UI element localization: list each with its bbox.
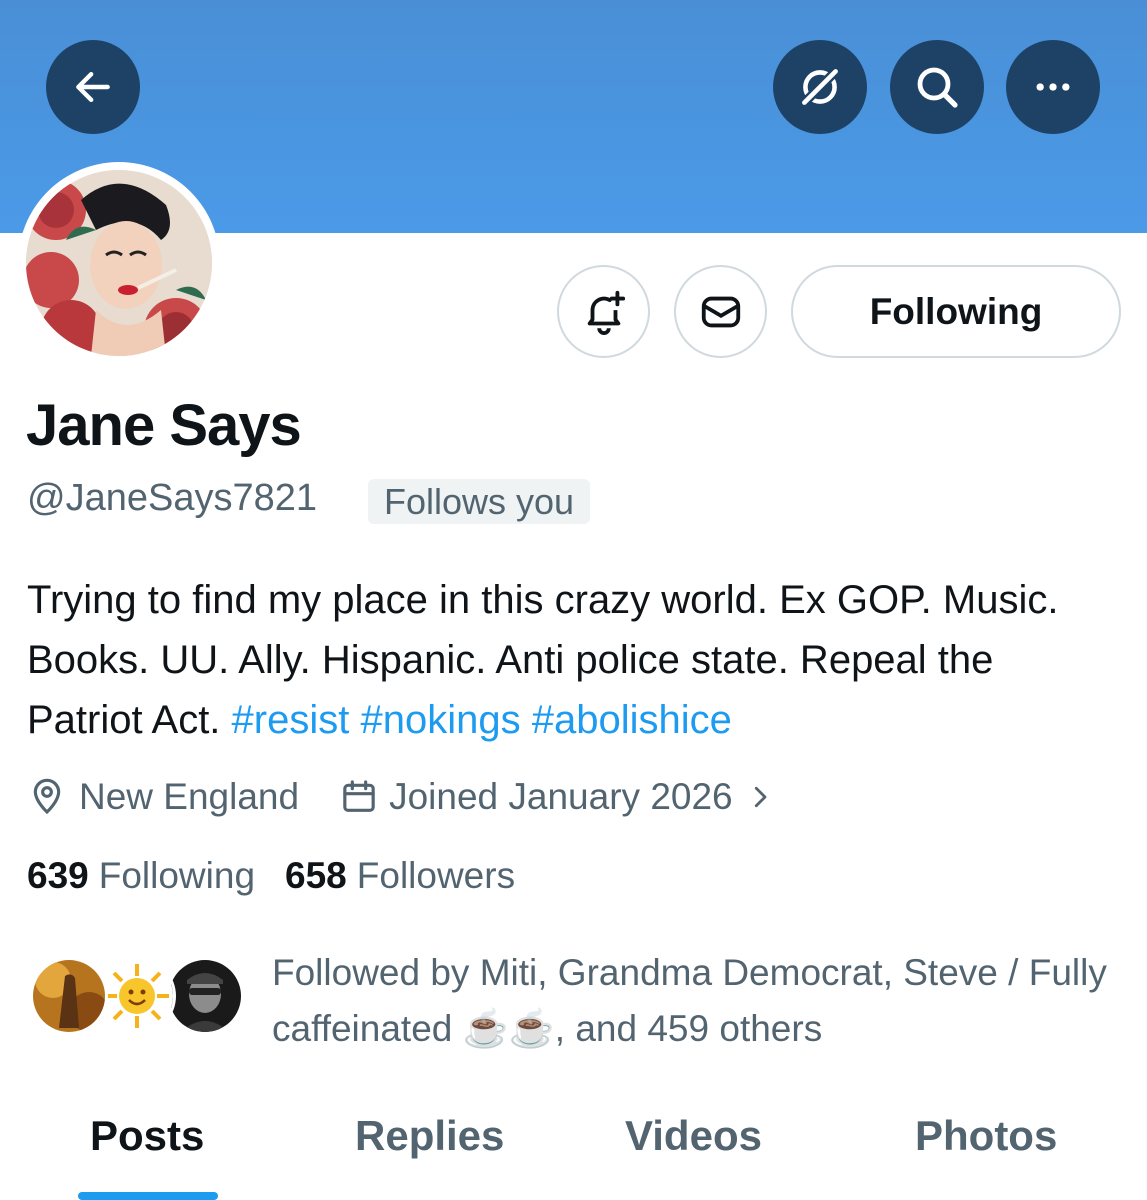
envelope-icon — [701, 296, 740, 327]
following-count-link[interactable]: 639 Following — [27, 855, 255, 897]
follower-avatar-image — [169, 960, 241, 1032]
followers-count: 658 — [285, 855, 347, 896]
location-text: New England — [79, 776, 300, 817]
more-horizontal-icon — [1036, 83, 1070, 91]
bell-plus-icon — [587, 290, 625, 335]
follower-avatar-image — [101, 960, 173, 1032]
profile-meta: New England Joined January 2026 — [27, 772, 775, 822]
follower-avatar[interactable] — [30, 957, 108, 1035]
display-name: Jane Says — [26, 393, 302, 458]
search-button[interactable] — [890, 40, 984, 134]
active-tab-indicator — [78, 1192, 218, 1200]
follower-avatar-image — [33, 960, 105, 1032]
location-pin-icon — [33, 778, 61, 815]
following-label: Following — [98, 855, 256, 896]
calendar-icon — [343, 780, 375, 812]
join-date[interactable]: Joined January 2026 — [339, 776, 775, 818]
follow-counts: 639 Following 658 Followers — [27, 855, 515, 897]
search-icon — [917, 67, 958, 108]
avatar[interactable] — [18, 162, 220, 364]
grok-icon — [800, 67, 840, 107]
followers-count-link[interactable]: 658 Followers — [285, 855, 515, 897]
back-button[interactable] — [46, 40, 140, 134]
avatar-image — [26, 170, 212, 356]
following-button[interactable]: Following — [791, 265, 1121, 358]
arrow-left-icon — [76, 71, 110, 103]
grok-button[interactable] — [773, 40, 867, 134]
hashtag-link[interactable]: #nokings — [360, 698, 520, 742]
chevron-right-icon — [754, 786, 767, 808]
user-handle: @JaneSays7821 — [27, 477, 317, 519]
message-button[interactable] — [674, 265, 767, 358]
tab-posts[interactable]: Posts — [90, 1112, 204, 1160]
notify-button[interactable] — [557, 265, 650, 358]
profile-tabs: Posts Replies Videos Photos — [0, 1100, 1147, 1200]
followers-label: Followers — [356, 855, 516, 896]
followed-by-text[interactable]: Followed by Miti, Grandma Democrat, Stev… — [272, 945, 1132, 1057]
tab-videos[interactable]: Videos — [625, 1112, 762, 1160]
profile-page: Following Jane Says @JaneSays7821 Follow… — [0, 0, 1147, 1200]
tab-photos[interactable]: Photos — [915, 1112, 1057, 1160]
more-button[interactable] — [1006, 40, 1100, 134]
hashtag-link[interactable]: #resist — [232, 698, 350, 742]
profile-bio: Trying to find my place in this crazy wo… — [27, 570, 1117, 750]
follower-avatar[interactable] — [98, 957, 176, 1035]
join-date-text: Joined January 2026 — [389, 776, 733, 817]
location: New England — [27, 776, 299, 818]
tab-replies[interactable]: Replies — [355, 1112, 504, 1160]
following-count: 639 — [27, 855, 89, 896]
follower-avatar[interactable] — [166, 957, 244, 1035]
hashtag-link[interactable]: #abolishice — [532, 698, 732, 742]
follows-you-badge: Follows you — [368, 479, 591, 524]
